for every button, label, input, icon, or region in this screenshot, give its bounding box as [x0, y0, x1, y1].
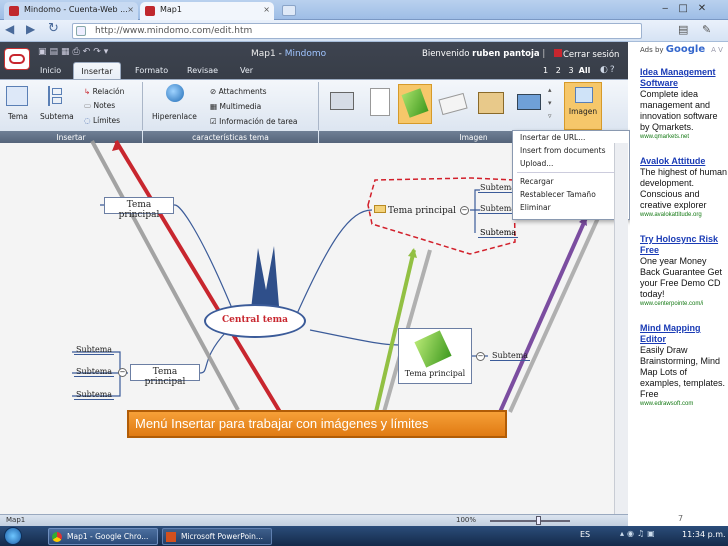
menu-item-insert-documents[interactable]: Insert from documents — [513, 144, 629, 157]
green-note-icon — [414, 330, 452, 368]
zoom-slider[interactable] — [490, 520, 570, 522]
connector-line — [309, 329, 401, 346]
slide-number: 7 — [678, 514, 684, 523]
ad-url[interactable]: www.centerpointe.com/i — [640, 300, 728, 309]
subtopic[interactable]: Subtema — [74, 345, 115, 355]
system-tray-icons[interactable]: ▴◉♫▣ — [620, 529, 658, 538]
topic-node[interactable]: Tema principal — [130, 364, 200, 387]
status-bar: Map1 100% — [0, 514, 628, 526]
menu-item-restablecer[interactable]: Restablecer Tamaño — [513, 188, 629, 201]
menu-item-recargar[interactable]: Recargar — [513, 175, 629, 188]
chrome-icon — [52, 532, 62, 542]
collapse-icon[interactable]: − — [476, 352, 485, 361]
connector-line — [174, 204, 237, 319]
subtopic[interactable]: Subtema — [478, 228, 519, 238]
zoom-level: 100% — [456, 516, 477, 524]
ad-title[interactable]: Idea Management Software — [640, 67, 728, 89]
taskbar-item-chrome[interactable]: Map1 - Google Chro... — [48, 528, 158, 545]
taskbar-item-powerpoint[interactable]: Microsoft PowerPoin... — [162, 528, 272, 545]
topic-node[interactable]: Tema principal — [104, 197, 174, 220]
menu-divider — [517, 172, 625, 173]
ad-title[interactable]: Avalok Attitude — [640, 156, 728, 167]
ad-text: One year Money Back Guarantee Get your F… — [640, 256, 723, 299]
ad-text: The highest of human development. Consci… — [640, 167, 728, 210]
subtopic[interactable]: Subtema — [74, 390, 115, 400]
status-map-name: Map1 — [6, 516, 26, 524]
clock: 11:34 p.m. — [682, 530, 726, 539]
arrow-gray-imagen — [508, 217, 600, 413]
start-button-icon[interactable] — [4, 527, 22, 545]
ads-sidebar: Ads by Google A V Idea Management Softwar… — [630, 42, 728, 526]
zoom-slider-thumb[interactable] — [536, 516, 541, 525]
connector-line — [295, 209, 373, 317]
arrow-purple-imagen — [498, 217, 588, 413]
menu-item-insertar-url[interactable]: Insertar de URL... — [513, 131, 629, 144]
subtopic[interactable]: Subtema — [490, 351, 531, 361]
ad-url[interactable]: www.qmarkets.net — [640, 133, 728, 142]
language-indicator[interactable]: ES — [580, 530, 590, 539]
ad-url[interactable]: www.avalokattitude.org — [640, 211, 728, 220]
collapse-icon[interactable]: − — [460, 206, 469, 215]
envelope-icon — [373, 205, 386, 213]
ad-title[interactable]: Try Holosync Risk Free — [640, 234, 728, 256]
menu-item-upload[interactable]: Upload... — [513, 157, 629, 170]
ad-text: Easily Draw Brainstorming, Mind Map Lots… — [640, 345, 726, 399]
collapse-icon[interactable]: − — [118, 368, 127, 377]
vertical-scrollbar[interactable] — [614, 143, 628, 515]
ad-url[interactable]: www.edrawsoft.com — [640, 400, 728, 409]
caption-banner: Menú Insertar para trabajar con imágenes… — [127, 410, 507, 438]
menu-item-eliminar[interactable]: Eliminar — [513, 201, 629, 214]
imagen-dropdown-menu: Insertar de URL... Insert from documents… — [512, 130, 630, 220]
subtopic[interactable]: Subtema — [74, 367, 115, 377]
central-topic-node[interactable]: Central tema — [204, 304, 306, 338]
ads-header: Ads by Google A V — [640, 44, 723, 55]
powerpoint-icon — [166, 532, 176, 542]
ad-text: Complete idea management and innovation … — [640, 89, 718, 132]
topic-node-envelope[interactable]: Tema principal — [372, 203, 458, 220]
topic-node-image[interactable]: Tema principal — [398, 328, 472, 384]
ad-title[interactable]: Mind Mapping Editor — [640, 323, 728, 345]
